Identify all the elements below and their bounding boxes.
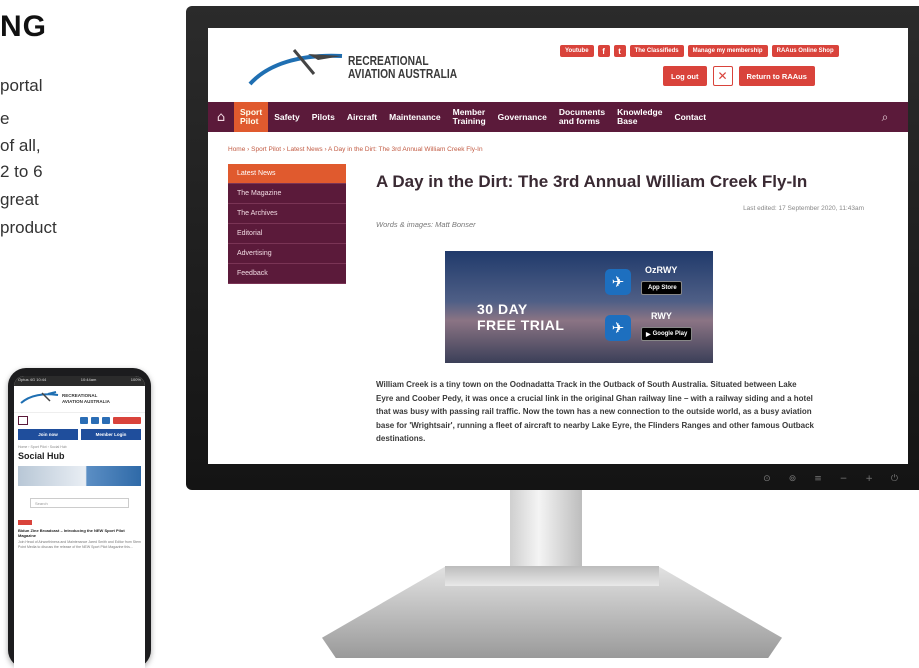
monitor-stand-neck — [510, 488, 582, 574]
phone-actions: Join now Member Login — [14, 428, 145, 443]
member-login-button[interactable]: Member Login — [81, 429, 141, 440]
article-body: William Creek is a tiny town on the Oodn… — [376, 380, 814, 443]
main-nav: ⌂ Sport Pilot Safety Pilots Aircraft Mai… — [208, 102, 908, 132]
monitor-screen: RECREATIONAL AVIATION AUSTRALIA Youtube … — [208, 28, 908, 464]
manage-membership-link[interactable]: Manage my membership — [687, 45, 768, 57]
power-icon[interactable]: ⏻ — [891, 474, 898, 484]
nav-item-documents[interactable]: Documents and forms — [553, 102, 611, 132]
twitter-icon[interactable] — [102, 417, 110, 424]
facebook-icon[interactable] — [91, 417, 99, 424]
phone-banner[interactable] — [18, 466, 141, 486]
return-to-raaus-button[interactable]: Return to RAAus — [738, 66, 815, 86]
input-icon[interactable]: ⊙ — [763, 474, 771, 484]
airplane-app-icon: ✈ — [605, 315, 631, 341]
side-item-latest-news[interactable]: Latest News — [228, 164, 346, 184]
ad-app1-name: OzRWY — [645, 265, 678, 275]
side-item-magazine[interactable]: The Magazine — [228, 184, 346, 204]
shop-button[interactable] — [113, 417, 141, 424]
phone-screen: Optus 4G 10:44 10:44am 100% RECREATIONAL… — [14, 376, 145, 668]
promo-line: great — [0, 190, 39, 209]
twitter-icon[interactable]: t — [613, 45, 626, 57]
site-logo-text[interactable]: RECREATIONAL AVIATION AUSTRALIA — [348, 55, 457, 81]
home-icon[interactable]: ⌂ — [208, 102, 234, 132]
phone-breadcrumb[interactable]: Home › Sport Pilot › Social Hub — [14, 443, 145, 451]
phone-article-title[interactable]: Bidun Zine Broadcast – Introducing the N… — [14, 528, 145, 538]
site-logo-line: AVIATION AUSTRALIA — [348, 67, 458, 81]
side-item-editorial[interactable]: Editorial — [228, 224, 346, 244]
phone-logo-text: RECREATIONAL AVIATION AUSTRALIA — [62, 393, 110, 405]
side-menu: Latest News The Magazine The Archives Ed… — [228, 164, 346, 284]
side-item-feedback[interactable]: Feedback — [228, 264, 346, 284]
phone-status-left: Optus 4G 10:44 — [18, 377, 47, 382]
nav-item-contact[interactable]: Contact — [668, 102, 712, 132]
ad-trial-line: FREE TRIAL — [477, 317, 565, 333]
nav-item-knowledge-base[interactable]: Knowledge Base — [611, 102, 668, 132]
nav-item-maintenance[interactable]: Maintenance — [383, 102, 447, 132]
plus-icon[interactable]: + — [865, 474, 873, 484]
home-icon[interactable] — [18, 416, 28, 425]
side-item-archives[interactable]: The Archives — [228, 204, 346, 224]
monitor-controls: ⊙ ⊚ ≡ − + ⏻ — [763, 474, 898, 484]
promo-heading: NG — [0, 10, 47, 43]
youtube-link[interactable]: Youtube — [560, 45, 594, 57]
airplane-app-icon: ✈ — [605, 269, 631, 295]
nav-item-governance[interactable]: Governance — [492, 102, 553, 132]
last-edited: Last edited: 17 September 2020, 11:43am — [743, 205, 864, 212]
close-icon[interactable]: ✕ — [712, 66, 733, 86]
phone-status-center: 10:44am — [80, 377, 97, 382]
phone-logo-line: AVIATION AUSTRALIA — [62, 399, 110, 404]
menu-icon[interactable]: ⊚ — [789, 474, 797, 484]
side-item-advertising[interactable]: Advertising — [228, 244, 346, 264]
online-shop-link[interactable]: RAAus Online Shop — [771, 45, 839, 57]
ad-app2-name: RWY — [651, 311, 672, 321]
phone-status-bar: Optus 4G 10:44 10:44am 100% — [14, 376, 145, 386]
ad-trial-line: 30 DAY — [477, 301, 528, 317]
nav-item-pilots[interactable]: Pilots — [306, 102, 341, 132]
promo-line: e — [0, 109, 10, 128]
nav-item-safety[interactable]: Safety — [268, 102, 306, 132]
monitor: RECREATIONAL AVIATION AUSTRALIA Youtube … — [186, 6, 919, 490]
phone-search-input[interactable]: Search — [30, 498, 129, 508]
phone-logo[interactable]: RECREATIONAL AVIATION AUSTRALIA — [14, 386, 145, 413]
promo-line: portal — [0, 76, 43, 95]
ad-banner[interactable]: 30 DAY FREE TRIAL ✈ OzRWY App Store ✈ RW… — [445, 251, 713, 363]
minus-icon[interactable]: − — [840, 474, 848, 484]
account-actions: Log out ✕ Return to RAAus — [663, 66, 815, 86]
promo-line: 2 to 6 — [0, 162, 43, 181]
phone-toolbar — [14, 413, 145, 428]
phone-mockup: Optus 4G 10:44 10:44am 100% RECREATIONAL… — [8, 368, 151, 668]
nav-item-aircraft[interactable]: Aircraft — [341, 102, 383, 132]
app-store-label: App Store — [648, 285, 677, 291]
article-byline: Words & images: Matt Bonser — [376, 220, 476, 229]
play-icon: ▶ — [646, 331, 651, 338]
raaus-logo-icon[interactable] — [248, 44, 344, 88]
phone-status-right: 100% — [130, 377, 141, 382]
settings-icon[interactable]: ≡ — [814, 474, 822, 484]
promo-line: product — [0, 218, 57, 237]
phone-article-excerpt: Join Head of Airworthiness and Maintenan… — [18, 540, 141, 549]
app-store-badge[interactable]: App Store — [641, 281, 682, 295]
swoosh-logo-icon — [20, 391, 59, 404]
join-now-button[interactable]: Join now — [18, 429, 78, 440]
monitor-stand-base-top — [445, 566, 659, 586]
article-title: A Day in the Dirt: The 3rd Annual Willia… — [376, 172, 808, 191]
ad-trial-text: 30 DAY FREE TRIAL — [477, 301, 564, 333]
google-play-label: Google Play — [652, 331, 688, 337]
google-play-badge[interactable]: ▶ Google Play — [641, 327, 693, 341]
phone-article-tag — [18, 520, 32, 525]
search-icon[interactable]: ⌕ — [862, 102, 908, 132]
site-header: RECREATIONAL AVIATION AUSTRALIA Youtube … — [208, 28, 908, 102]
classifieds-link[interactable]: The Classifieds — [629, 45, 684, 57]
breadcrumb[interactable]: Home › Sport Pilot › Latest News › A Day… — [228, 146, 483, 153]
log-out-button[interactable]: Log out — [663, 66, 707, 86]
youtube-icon[interactable] — [80, 417, 88, 424]
facebook-icon[interactable]: f — [597, 45, 610, 57]
nav-item-member-training[interactable]: Member Training — [447, 102, 492, 132]
phone-page-title: Social Hub — [18, 451, 65, 461]
top-links: Youtube f t The Classifieds Manage my me… — [560, 45, 839, 57]
nav-item-sport-pilot[interactable]: Sport Pilot — [234, 102, 269, 132]
promo-line: of all, — [0, 136, 41, 155]
